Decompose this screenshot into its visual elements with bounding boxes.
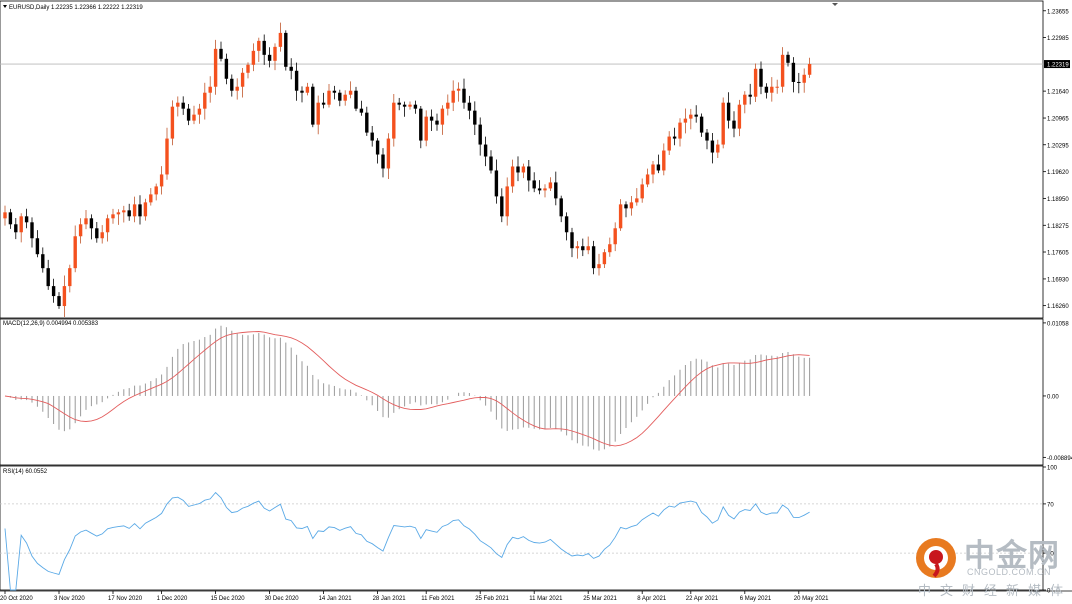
candle	[721, 97, 725, 149]
date-tick-label: 17 Nov 2020	[108, 596, 143, 602]
date-tick-label: 1 Dec 2020	[157, 596, 188, 602]
date-tick-label: 25 Feb 2021	[475, 596, 509, 602]
macd-tick-label: 0.00	[1047, 394, 1059, 400]
price-header: EURUSD,Daily 1.22235 1.22366 1.22222 1.2…	[9, 5, 143, 11]
price-tick-label: 1.16260	[1047, 304, 1069, 310]
candle	[753, 63, 758, 103]
date-tick-label: 3 Nov 2020	[54, 596, 85, 602]
date-tick-label: 20 Oct 2020	[0, 596, 33, 602]
price-tick-label: 1.21640	[1047, 90, 1069, 96]
price-tick-label: 1.22985	[1047, 36, 1069, 42]
rsi-header: RSI(14) 60.0552	[3, 469, 48, 475]
price-tick-label: 1.18950	[1047, 197, 1069, 203]
date-tick-label: 11 Feb 2021	[421, 596, 455, 602]
date-tick-label: 25 Mar 2021	[583, 596, 617, 602]
date-tick-label: 30 Dec 2020	[265, 596, 300, 602]
price-tick-label: 1.20295	[1047, 143, 1069, 149]
candle	[284, 30, 288, 71]
price-tick-label: 1.20965	[1047, 117, 1069, 123]
price-tick-label: 1.18275	[1047, 224, 1069, 230]
price-tick-label: 1.16930	[1047, 277, 1069, 283]
price-tick-label: 1.17605	[1047, 251, 1069, 257]
watermark-tagline: 中文财经新媒体	[918, 584, 1072, 599]
last-price-label: 1.22319	[1047, 63, 1069, 69]
date-tick-label: 14 Jan 2021	[319, 596, 353, 602]
candle	[311, 83, 315, 128]
date-tick-label: 22 Apr 2021	[686, 596, 719, 602]
date-tick-label: 15 Dec 2020	[211, 596, 246, 602]
date-tick-label: 8 Apr 2021	[637, 596, 667, 602]
macd-header: MACD(12,26,9) 0.004994 0.005383	[3, 321, 99, 327]
watermark: 中金网 CNGOLD.COM.CN 中文财经新媒体	[914, 532, 1064, 600]
macd-tick-label: 0.01058	[1047, 321, 1069, 327]
rsi-tick-label: 70	[1047, 502, 1054, 508]
date-tick-label: 20 May 2021	[794, 596, 829, 602]
macd-tick-label: -0.008894	[1047, 456, 1072, 462]
cngold-logo-icon	[916, 538, 956, 578]
date-tick-label: 6 May 2021	[740, 596, 772, 602]
price-tick-label: 1.23655	[1047, 9, 1069, 15]
date-tick-label: 28 Jan 2021	[373, 596, 407, 602]
chart: 1.23655 1.22985 1.22319 1.21640 1.20965 1.202…	[0, 0, 1072, 604]
date-tick-label: 11 Mar 2021	[529, 596, 563, 602]
watermark-url: CNGOLD.COM.CN	[967, 567, 1052, 577]
price-tick-label: 1.19620	[1047, 170, 1069, 176]
rsi-tick-label: 100	[1047, 466, 1058, 472]
